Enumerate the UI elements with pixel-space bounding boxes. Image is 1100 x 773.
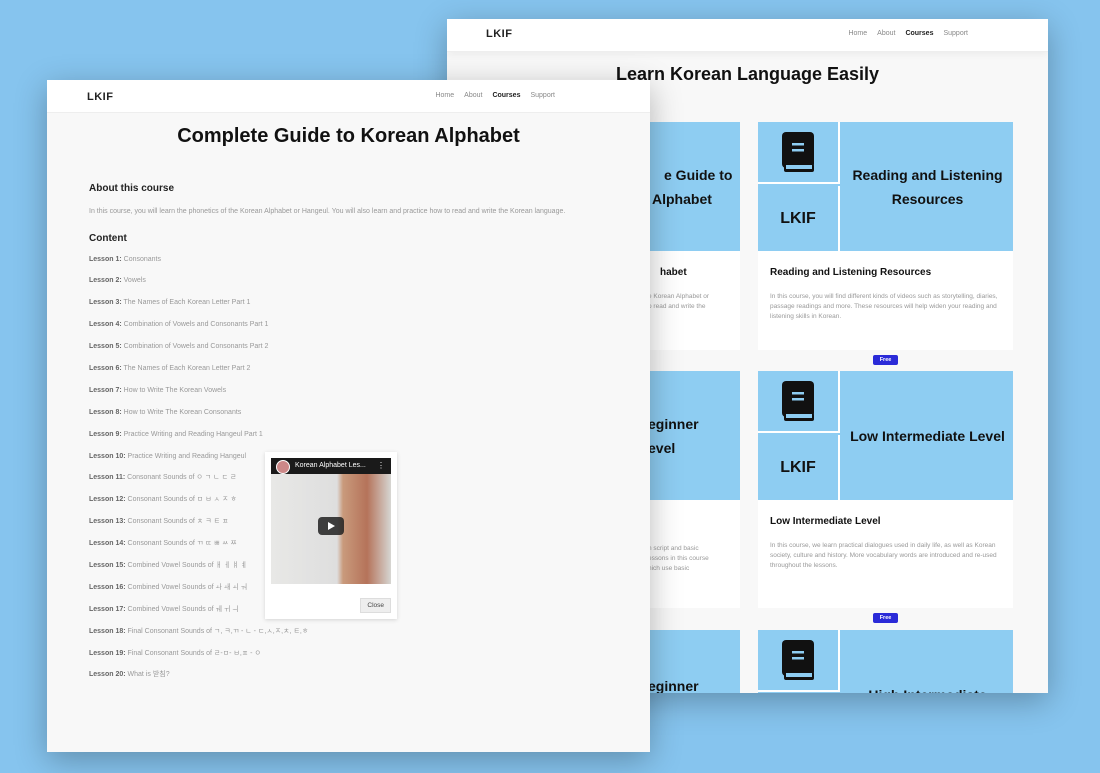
nav-home[interactable]: Home [435, 92, 454, 99]
nav-about[interactable]: About [464, 92, 482, 99]
free-badge: Free [872, 613, 899, 623]
nav-support[interactable]: Support [530, 92, 555, 99]
course-detail-window: LKIF Home About Courses Support Complete… [47, 80, 650, 752]
course-card[interactable]: eginner [648, 630, 740, 693]
more-options-icon[interactable]: ⋮ [377, 461, 385, 470]
course-tile: LKIF Reading and Listening Resources [758, 122, 1013, 251]
site-logo[interactable]: LKIF [87, 91, 113, 103]
course-tile: eginner evel [648, 371, 740, 500]
lesson-item[interactable]: Lesson 20: What is 받침? [89, 670, 609, 692]
course-card[interactable]: LKIF Low Intermediate Level Low Intermed… [758, 371, 1013, 628]
nav-menu: Home About Courses Support [435, 92, 555, 99]
lesson-item[interactable]: Lesson 4: Combination of Vowels and Cons… [89, 320, 609, 342]
page-title: Complete Guide to Korean Alphabet [177, 125, 520, 147]
video-title[interactable]: Korean Alphabet Les... [295, 462, 366, 469]
lesson-item[interactable]: Lesson 19: Final Consonant Sounds of ㄹ-ㅁ… [89, 649, 609, 671]
card-body: habet e Korean Alphabet or o read and wr… [648, 251, 740, 350]
card-title: Low Intermediate Level [770, 516, 881, 527]
lesson-item[interactable]: Lesson 8: How to Write The Korean Conson… [89, 408, 609, 430]
lesson-item[interactable]: Lesson 7: How to Write The Korean Vowels [89, 386, 609, 408]
play-button[interactable] [318, 517, 344, 535]
lesson-item[interactable]: Lesson 2: Vowels [89, 276, 609, 298]
close-button[interactable]: Close [360, 598, 391, 613]
course-card[interactable]: High Intermediate [758, 630, 1013, 693]
book-icon [782, 132, 814, 172]
tile-logo: LKIF [758, 435, 840, 500]
video-popup: Korean Alphabet Les... ⋮ Close [265, 452, 397, 619]
card-body: Reading and Listening Resources In this … [758, 251, 1013, 350]
nav-courses[interactable]: Courses [905, 30, 933, 37]
card-description: In this course, you will find different … [770, 293, 998, 320]
lesson-item[interactable]: Lesson 3: The Names of Each Korean Lette… [89, 298, 609, 320]
card-body: Low Intermediate Level In this course, w… [758, 500, 1013, 608]
lesson-item[interactable]: Lesson 18: Final Consonant Sounds of ㄱ, … [89, 627, 609, 649]
course-card[interactable]: eginner evel n script and basic essons i… [648, 371, 740, 608]
card-description: In this course, we learn practical dialo… [770, 542, 997, 569]
card-body: n script and basic essons in this course… [648, 500, 740, 608]
nav-home[interactable]: Home [848, 30, 867, 37]
lesson-item[interactable]: Lesson 5: Combination of Vowels and Cons… [89, 342, 609, 364]
nav-about[interactable]: About [877, 30, 895, 37]
tile-title: Low Intermediate Level [850, 427, 1005, 444]
tile-logo: LKIF [758, 186, 840, 251]
book-icon [782, 381, 814, 421]
site-logo[interactable]: LKIF [486, 28, 512, 40]
card-title: Reading and Listening Resources [770, 267, 932, 278]
tile-title: High Intermediate [842, 630, 1013, 694]
course-tile: LKIF Low Intermediate Level [758, 371, 1013, 500]
lesson-item[interactable]: Lesson 9: Practice Writing and Reading H… [89, 430, 609, 452]
course-tile: eginner [648, 630, 740, 693]
navbar: LKIF Home About Courses Support [447, 19, 1048, 52]
channel-avatar[interactable] [276, 460, 290, 474]
nav-menu: Home About Courses Support [848, 30, 968, 37]
course-card[interactable]: e Guide to Alphabet habet e Korean Alpha… [648, 122, 740, 350]
course-tile: e Guide to Alphabet [648, 122, 740, 251]
about-heading: About this course [89, 183, 175, 194]
navbar: LKIF Home About Courses Support [47, 80, 650, 113]
book-icon [782, 640, 814, 680]
nav-support[interactable]: Support [943, 30, 968, 37]
video-player[interactable]: Korean Alphabet Les... ⋮ [271, 458, 391, 584]
about-text: In this course, you will learn the phone… [89, 208, 566, 215]
content-heading: Content [89, 232, 127, 244]
nav-courses[interactable]: Courses [492, 92, 520, 99]
free-badge: Free [872, 355, 899, 365]
play-icon [328, 522, 335, 530]
lesson-item[interactable]: Lesson 6: The Names of Each Korean Lette… [89, 364, 609, 386]
tile-title: Reading and Listening Resources [852, 166, 1003, 207]
lesson-item[interactable]: Lesson 1: Consonants [89, 255, 609, 277]
course-tile: High Intermediate [758, 630, 1013, 693]
course-card[interactable]: LKIF Reading and Listening Resources Rea… [758, 122, 1013, 370]
